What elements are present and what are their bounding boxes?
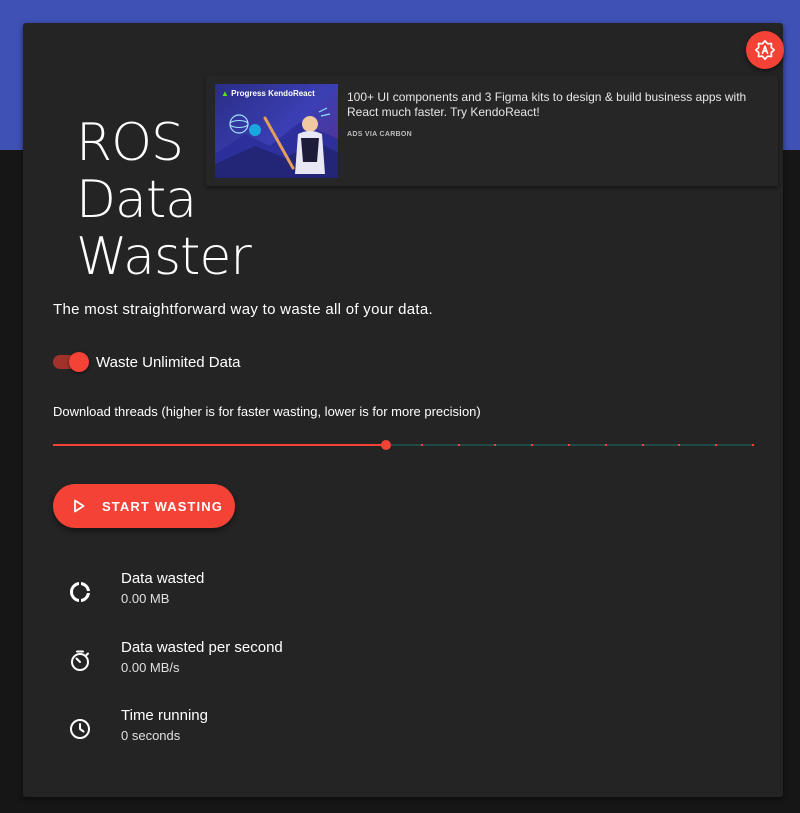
- stat-title: Data wasted per second: [121, 639, 283, 656]
- slider-mark: [458, 444, 460, 446]
- slider-mark: [605, 444, 607, 446]
- carbon-ad[interactable]: ▲ Progress KendoReact 100+ UI components…: [206, 76, 778, 186]
- clock-icon: [70, 719, 90, 739]
- timer-icon: [71, 650, 89, 671]
- stat-data-wasted-per-second: Data wasted per second 0.00 MB/s: [53, 639, 453, 689]
- stat-value: 0 seconds: [121, 728, 181, 743]
- brightness-auto-icon: [755, 40, 775, 60]
- start-wasting-button[interactable]: START WASTING: [53, 484, 235, 528]
- slider-thumb[interactable]: [381, 440, 391, 450]
- slider-mark: [715, 444, 717, 446]
- threads-slider[interactable]: [53, 434, 754, 456]
- donut-progress-icon: [69, 582, 90, 602]
- threads-label: Download threads (higher is for faster w…: [53, 404, 481, 419]
- theme-toggle-button[interactable]: [746, 31, 784, 69]
- ad-text[interactable]: 100+ UI components and 3 Figma kits to d…: [347, 90, 767, 120]
- ad-via-label[interactable]: ADS VIA CARBON: [347, 131, 412, 138]
- stat-title: Time running: [121, 707, 208, 724]
- stat-title: Data wasted: [121, 570, 205, 587]
- unlimited-data-label[interactable]: Waste Unlimited Data: [96, 354, 241, 371]
- slider-mark: [568, 444, 570, 446]
- start-wasting-label: START WASTING: [102, 498, 223, 514]
- toggle-thumb[interactable]: [69, 352, 89, 372]
- slider-mark: [678, 444, 680, 446]
- stat-time-running: Time running 0 seconds: [53, 707, 453, 757]
- slider-mark: [642, 444, 644, 446]
- stat-value: 0.00 MB/s: [121, 660, 180, 675]
- page-title: ROS Data Waster: [76, 113, 252, 287]
- stat-data-wasted: Data wasted 0.00 MB: [53, 570, 453, 620]
- slider-mark: [421, 444, 423, 446]
- slider-mark: [531, 444, 533, 446]
- slider-fill: [53, 444, 386, 446]
- unlimited-data-toggle[interactable]: [53, 351, 89, 373]
- play-outline-icon: [71, 498, 87, 514]
- stat-value: 0.00 MB: [121, 591, 170, 606]
- page-subtitle: The most straightforward way to waste al…: [53, 301, 433, 318]
- slider-mark: [494, 444, 496, 446]
- slider-mark: [752, 444, 754, 446]
